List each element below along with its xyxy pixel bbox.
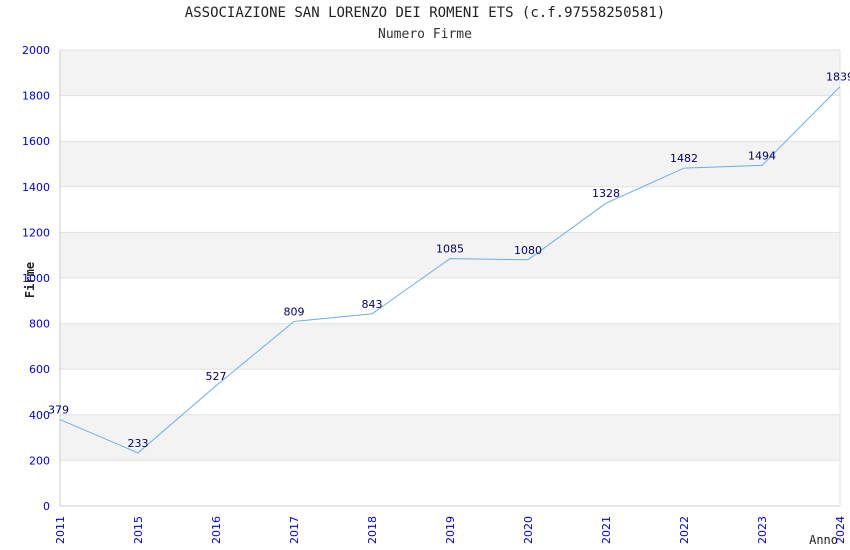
x-tick-label: 2019 (444, 516, 457, 544)
x-tick-label: 2021 (600, 516, 613, 544)
x-tick-label: 2011 (54, 516, 67, 544)
x-tick-label: 2024 (834, 516, 847, 544)
data-label: 1085 (436, 243, 464, 256)
y-tick-label: 1600 (22, 135, 50, 148)
line-chart: 0 200 400 600 800 1000 1200 1400 1600 1800 2000 201… (22, 44, 850, 544)
grid-band (60, 414, 840, 461)
y-tick-label: 2000 (22, 44, 50, 57)
data-label: 1494 (748, 149, 776, 162)
data-label: 809 (284, 306, 305, 319)
x-tick-label: 2017 (288, 516, 301, 544)
data-label: 1839 (826, 71, 850, 84)
y-tick-label: 0 (43, 500, 50, 513)
y-tick-label: 1800 (22, 90, 50, 103)
x-tick-label: 2022 (678, 516, 691, 544)
data-label: 527 (206, 370, 227, 383)
data-label: 1482 (670, 152, 698, 165)
x-tick-label: 2023 (756, 516, 769, 544)
y-tick-label: 1200 (22, 226, 50, 239)
y-tick-label: 200 (29, 454, 50, 467)
y-tick-label: 800 (29, 318, 50, 331)
grid-band (60, 141, 840, 187)
y-tick-label: 1400 (22, 181, 50, 194)
grid-band (60, 50, 840, 96)
y-tick-label: 1000 (22, 272, 50, 285)
x-tick-label: 2020 (522, 516, 535, 544)
data-label: 379 (48, 404, 69, 417)
y-tick-label: 600 (29, 363, 50, 376)
x-tick-label: 2018 (366, 516, 379, 544)
data-label: 233 (128, 437, 149, 450)
y-tick-label: 400 (29, 409, 50, 422)
x-tick-label: 2015 (132, 516, 145, 544)
data-label: 1080 (514, 244, 542, 257)
data-label: 1328 (592, 187, 620, 200)
data-label: 843 (362, 298, 383, 311)
x-tick-label: 2016 (210, 516, 223, 544)
grid-band (60, 323, 840, 370)
